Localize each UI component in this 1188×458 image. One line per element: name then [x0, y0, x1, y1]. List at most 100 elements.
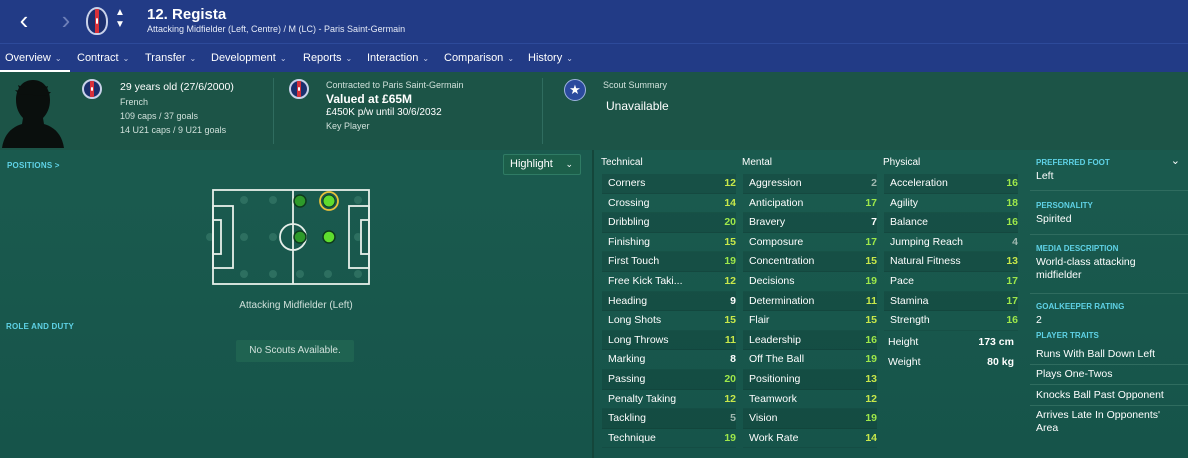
nation-flag-icon	[82, 79, 102, 99]
position-pitch	[206, 189, 370, 285]
tab-history[interactable]: History ⌄	[528, 44, 573, 72]
technical-attribute-row[interactable]: Corners 12	[602, 174, 736, 194]
mental-attribute-row[interactable]: Vision 19	[743, 409, 877, 429]
attribute-label: Teamwork	[749, 392, 797, 405]
player-switch-arrows-icon[interactable]: ▲ ▼	[114, 7, 126, 35]
mental-attribute-row[interactable]: Leadership 16	[743, 330, 877, 351]
tab-reports[interactable]: Reports ⌄	[303, 44, 352, 72]
mental-attribute-row[interactable]: Bravery 7	[743, 213, 877, 233]
attribute-value: 16	[1006, 177, 1018, 189]
back-arrow-icon[interactable]: ‹	[10, 7, 38, 35]
attribute-value: 15	[724, 235, 736, 248]
positions-link[interactable]: POSITIONS >	[7, 161, 60, 170]
trait-item: Knocks Ball Past Opponent	[1036, 389, 1164, 401]
tab-overview[interactable]: Overview ⌄	[0, 44, 70, 72]
goalkeeper-rating-label: GOALKEEPER RATING	[1036, 302, 1125, 311]
mental-attribute-row[interactable]: Decisions 19	[743, 272, 877, 292]
technical-attribute-row[interactable]: First Touch 19	[602, 252, 736, 272]
physical-attribute-row[interactable]: Stamina 17	[884, 291, 1018, 312]
attribute-label: Bravery	[749, 216, 786, 229]
physical-attribute-row[interactable]: Balance 16	[884, 213, 1018, 233]
physical-attribute-row[interactable]: Agility 18	[884, 194, 1018, 214]
physical-attribute-row[interactable]: Strength 16	[884, 311, 1018, 331]
mental-attribute-row[interactable]: Positioning 13	[743, 369, 877, 390]
physical-attributes-list: Acceleration 16 Agility 18 Balance 16 Jumping …	[884, 174, 1018, 331]
player-profile-panel: ⌄ PREFERRED FOOT Left PERSONALITY Spirit…	[1030, 150, 1188, 458]
tab-interaction[interactable]: Interaction ⌄	[367, 44, 429, 72]
technical-heading: Technical	[601, 157, 643, 168]
technical-attribute-row[interactable]: Penalty Taking 12	[602, 390, 736, 410]
attribute-value: 19	[724, 431, 736, 444]
attribute-label: Pace	[890, 274, 914, 287]
attribute-label: Finishing	[608, 235, 651, 248]
technical-attribute-row[interactable]: Dribbling 20	[602, 213, 736, 233]
height-weight-block: Height 173 cm Weight 80 kg	[882, 333, 1016, 372]
attribute-label: Concentration	[749, 255, 815, 268]
attribute-label: Aggression	[749, 177, 802, 189]
mental-attribute-row[interactable]: Aggression 2	[743, 174, 877, 194]
attribute-label: Crossing	[608, 196, 650, 209]
tab-development[interactable]: Development ⌄	[211, 44, 287, 72]
attribute-value: 17	[1006, 294, 1018, 307]
attribute-value: 17	[865, 196, 877, 209]
club-crest-icon	[86, 7, 108, 35]
mental-attribute-row[interactable]: Work Rate 14	[743, 429, 877, 449]
technical-attribute-row[interactable]: Free Kick Taki... 12	[602, 272, 736, 292]
mental-attribute-row[interactable]: Off The Ball 19	[743, 350, 877, 370]
height-label: Height	[888, 336, 919, 348]
star-icon: ★	[564, 79, 586, 101]
tab-bar: Overview ⌄ Contract ⌄ Transfer ⌄ Developmen…	[0, 43, 1188, 72]
contract-club: Contracted to Paris Saint-Germain	[326, 80, 464, 90]
attribute-value: 12	[865, 392, 877, 405]
attribute-label: Decisions	[749, 274, 795, 287]
mental-attribute-row[interactable]: Anticipation 17	[743, 194, 877, 214]
technical-attribute-row[interactable]: Long Throws 11	[602, 330, 736, 351]
physical-attribute-row[interactable]: Acceleration 16	[884, 174, 1018, 194]
chevron-down-icon[interactable]: ⌄	[1171, 154, 1180, 167]
player-silhouette-icon	[2, 80, 64, 148]
physical-attribute-row[interactable]: Natural Fitness 13	[884, 252, 1018, 272]
mental-attribute-row[interactable]: Teamwork 12	[743, 390, 877, 410]
mental-attribute-row[interactable]: Composure 17	[743, 233, 877, 253]
attribute-value: 12	[724, 392, 736, 405]
technical-attribute-row[interactable]: Heading 9	[602, 291, 736, 312]
attribute-label: Leadership	[749, 333, 801, 346]
role-duty-label: ROLE AND DUTY	[6, 322, 75, 331]
technical-attribute-row[interactable]: Crossing 14	[602, 194, 736, 214]
technical-attribute-row[interactable]: Passing 20	[602, 369, 736, 390]
attribute-label: Heading	[608, 294, 648, 307]
highlight-dropdown[interactable]: Highlight ⌄	[503, 154, 581, 175]
attribute-label: Strength	[890, 314, 930, 327]
club-badge-icon	[289, 79, 309, 99]
divider	[1030, 293, 1188, 294]
mental-attribute-row[interactable]: Flair 15	[743, 311, 877, 331]
mental-attribute-row[interactable]: Concentration 15	[743, 252, 877, 272]
attribute-value: 15	[865, 314, 877, 327]
tab-comparison[interactable]: Comparison ⌄	[444, 44, 514, 72]
technical-attribute-row[interactable]: Marking 8	[602, 350, 736, 370]
tab-contract[interactable]: Contract ⌄	[77, 44, 129, 72]
attribute-label: Anticipation	[749, 196, 804, 209]
technical-attribute-row[interactable]: Long Shots 15	[602, 311, 736, 331]
attribute-label: Tackling	[608, 412, 646, 425]
attribute-label: Natural Fitness	[890, 255, 961, 268]
technical-attribute-row[interactable]: Finishing 15	[602, 233, 736, 253]
position-caption: Attacking Midfielder (Left)	[239, 300, 353, 311]
attribute-value: 2	[871, 177, 877, 189]
player-wage: £450K p/w until 30/6/2032	[326, 107, 442, 118]
technical-attribute-row[interactable]: Technique 19	[602, 429, 736, 449]
player-caps: 109 caps / 37 goals	[120, 111, 199, 121]
attribute-value: 12	[724, 177, 736, 189]
physical-attribute-row[interactable]: Jumping Reach 4	[884, 233, 1018, 253]
physical-attribute-row[interactable]: Pace 17	[884, 272, 1018, 292]
attribute-value: 4	[1012, 235, 1018, 248]
tab-transfer[interactable]: Transfer ⌄	[145, 44, 196, 72]
media-description-label: MEDIA DESCRIPTION	[1036, 244, 1119, 253]
attribute-value: 7	[871, 216, 877, 229]
technical-attribute-row[interactable]: Tackling 5	[602, 409, 736, 429]
attribute-value: 12	[724, 274, 736, 287]
forward-arrow-icon[interactable]: ›	[52, 7, 80, 35]
mental-attribute-row[interactable]: Determination 11	[743, 291, 877, 312]
attribute-label: Free Kick Taki...	[608, 274, 683, 287]
attribute-label: Penalty Taking	[608, 392, 677, 405]
